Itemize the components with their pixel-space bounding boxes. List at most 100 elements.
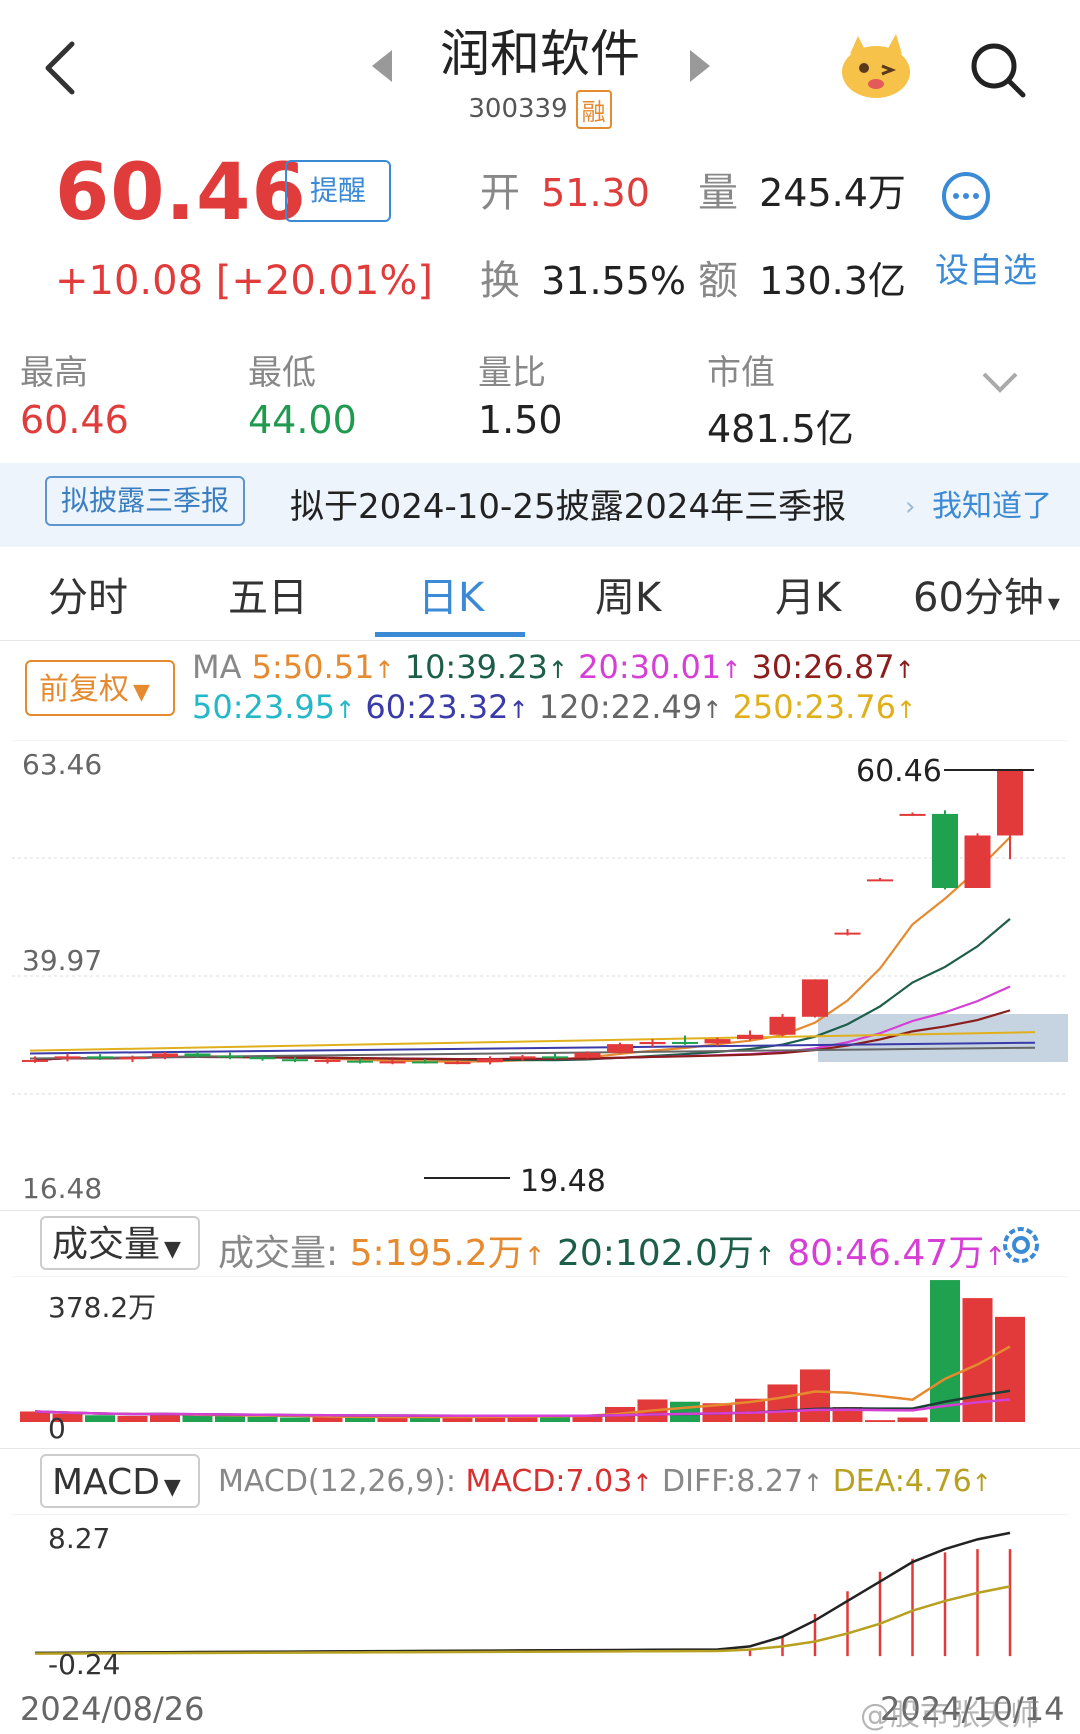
candle-body (119, 1057, 146, 1060)
candle-body (477, 1058, 503, 1063)
volume-selector-label: 成交量 (52, 1224, 161, 1265)
macd-chart[interactable] (0, 1514, 1080, 1690)
volume-selector[interactable]: 成交量 ▼ (40, 1216, 200, 1270)
kline-y-bottom: 16.48 (22, 1172, 103, 1205)
volume-bar (995, 1316, 1025, 1422)
adjust-label: 前复权 (39, 672, 129, 707)
candle-body (769, 1016, 796, 1035)
ma-legend-row2: 50:23.95↑ 60:23.32↑ 120:22.49↑ 250:23.76… (192, 688, 917, 726)
volume-bar (117, 1415, 148, 1422)
candle-body (802, 979, 828, 1017)
diff-value: DIFF:8.27 (662, 1464, 804, 1499)
divider (0, 1210, 1080, 1211)
candle-body (964, 835, 991, 889)
candle-body (22, 1059, 48, 1062)
notice-dismiss-button[interactable]: 我知道了 (932, 481, 1052, 525)
add-watchlist-button[interactable]: 设自选 (935, 243, 1037, 292)
volume-bar (897, 1417, 928, 1422)
candle-body (379, 1061, 406, 1064)
mascot-icon[interactable] (838, 34, 914, 100)
candle-body (184, 1053, 211, 1057)
candle-body (249, 1057, 276, 1060)
open-label: 开 (480, 170, 520, 216)
macd-selector-label: MACD (52, 1462, 160, 1503)
volume-legend: 成交量: 5:195.2万↑ 20:102.0万↑ 80:46.47万↑ (218, 1233, 1006, 1274)
more-icon[interactable] (940, 170, 992, 222)
volume-bar (767, 1384, 798, 1422)
tab-daily-k[interactable]: 日K (418, 565, 484, 623)
candle-body (867, 879, 893, 882)
ma20: 20:30.01 (578, 648, 722, 686)
candle-body (899, 813, 926, 816)
alert-button[interactable]: 提醒 (285, 160, 391, 222)
date-start: 2024/08/26 (20, 1690, 205, 1728)
stock-code-row: 300339 融 (0, 90, 1080, 129)
tab-monthly-k[interactable]: 月K (775, 565, 841, 623)
ma120: 120:22.49 (538, 688, 703, 726)
dropdown-caret-icon: ▼ (164, 1237, 181, 1262)
ma-prefix: MA (192, 648, 242, 686)
volume-bar (215, 1415, 245, 1422)
volume-value: 245.4万 (759, 171, 906, 215)
macd-selector[interactable]: MACD ▼ (40, 1454, 200, 1508)
candle-body (509, 1056, 536, 1059)
candle-body (834, 932, 861, 935)
expand-chevron-icon[interactable] (980, 370, 1020, 394)
candle-body (932, 813, 958, 889)
volume-y-zero: 0 (48, 1412, 66, 1445)
candle-body (444, 1062, 471, 1065)
adjust-selector[interactable]: 前复权 ▼ (25, 660, 175, 716)
stat-mcap-value: 481.5亿 (707, 407, 854, 451)
open-value: 51.30 (541, 171, 650, 215)
macd-legend: MACD(12,26,9): MACD:7.03↑ DIFF:8.27↑ DEA… (218, 1464, 992, 1499)
divider (0, 640, 1080, 641)
notice-tag: 拟披露三季报 (45, 476, 246, 526)
volume-bar (865, 1420, 895, 1422)
stat-low-label: 最低 (248, 353, 316, 393)
volume-row: 量 245.4万 (698, 160, 906, 218)
divider (0, 1448, 1080, 1449)
candle-body (737, 1034, 763, 1040)
candle-body (217, 1055, 243, 1058)
ma50: 50:23.95 (192, 688, 336, 726)
stat-high-label: 最高 (20, 353, 88, 393)
candle-body (672, 1041, 698, 1044)
tab-60min[interactable]: 60分钟 ▾ (913, 565, 1060, 623)
current-price: 60.46 (55, 148, 307, 238)
stat-low-value: 44.00 (248, 398, 357, 442)
kline-chart[interactable] (0, 740, 1080, 1210)
amount-label: 额 (698, 258, 738, 304)
volume-chart[interactable] (0, 1276, 1080, 1446)
stock-code: 300339 (468, 94, 568, 124)
candle-body (87, 1056, 113, 1059)
macd-params: MACD(12,26,9): (218, 1464, 456, 1499)
open-row: 开 51.30 (480, 160, 650, 218)
dropdown-caret-icon: ▾ (1047, 589, 1060, 617)
volume-bar (182, 1415, 213, 1422)
macd-y-bottom: -0.24 (48, 1648, 121, 1681)
tab-intraday[interactable]: 分时 (48, 565, 128, 623)
search-icon[interactable] (968, 40, 1028, 100)
tab-five-day[interactable]: 五日 (228, 565, 308, 623)
watermark: @股市张天师 (860, 1698, 1040, 1733)
volume-bar (670, 1401, 700, 1422)
dropdown-caret-icon: ▼ (133, 680, 150, 705)
candle-body (54, 1056, 81, 1059)
ma5: 5:50.51 (251, 648, 375, 686)
notice-text: 拟于2024-10-25披露2024年三季报 (290, 487, 847, 527)
ma30: 30:26.87 (751, 648, 895, 686)
kline-y-mid: 39.97 (22, 944, 103, 977)
amount-row: 额 130.3亿 (698, 248, 906, 306)
candle-body (997, 769, 1023, 836)
active-tab-underline (375, 632, 525, 637)
volume-y-top: 378.2万 (48, 1291, 157, 1324)
kline-y-top: 63.46 (22, 748, 103, 781)
tab-weekly-k[interactable]: 周K (595, 565, 661, 623)
ma60: 60:23.32 (365, 688, 509, 726)
turnover-row: 换 31.55% (480, 248, 686, 306)
price-change: +10.08 [+20.01%] (55, 258, 433, 304)
settings-gear-icon[interactable] (994, 1218, 1048, 1272)
macd-y-top: 8.27 (48, 1522, 111, 1555)
stat-volratio-label: 量比 (478, 353, 546, 393)
candle-body (412, 1061, 438, 1064)
